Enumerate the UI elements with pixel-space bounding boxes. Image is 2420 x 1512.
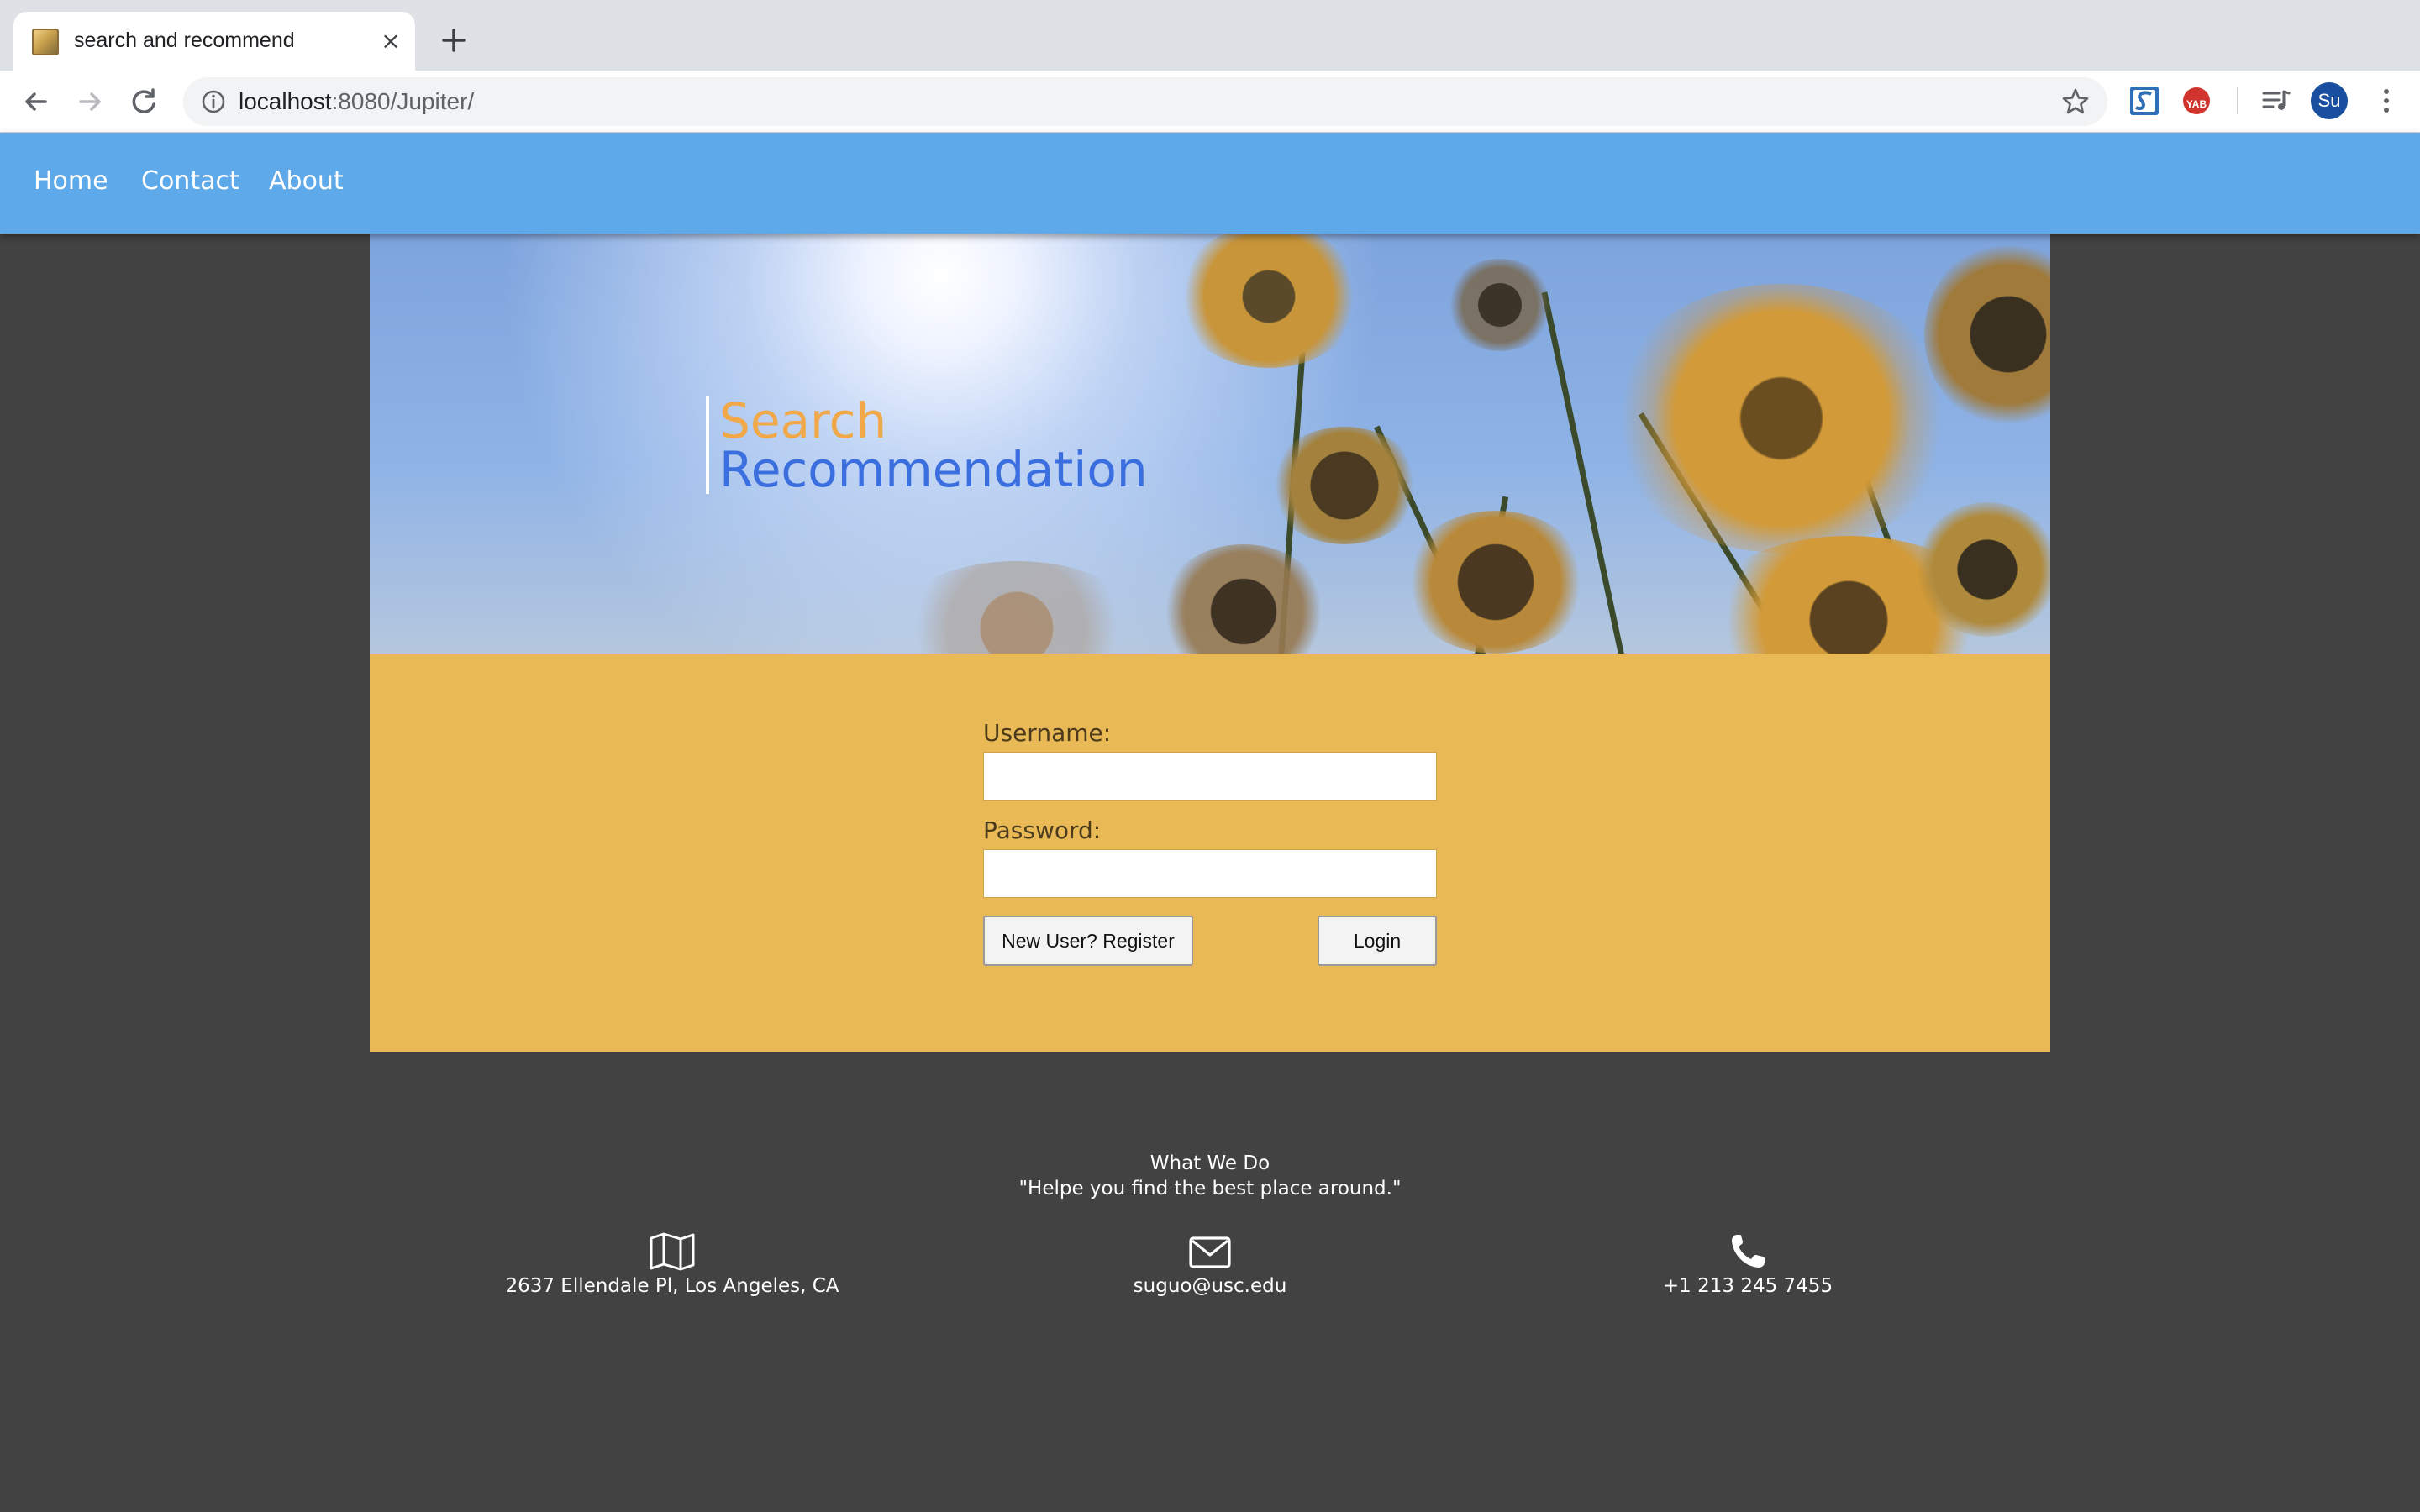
toolbar-separator bbox=[2237, 87, 2238, 114]
flower-head bbox=[1403, 511, 1588, 654]
register-button[interactable]: New User? Register bbox=[983, 916, 1193, 966]
phone-text: +1 213 245 7455 bbox=[1662, 1275, 1833, 1297]
nav-contact-link[interactable]: Contact bbox=[141, 166, 239, 196]
browser-tabstrip: search and recommend × bbox=[0, 0, 2420, 71]
back-arrow-icon[interactable] bbox=[18, 84, 54, 119]
more-options-icon[interactable] bbox=[2370, 84, 2403, 118]
password-input[interactable] bbox=[983, 849, 1437, 898]
flower-head bbox=[1916, 502, 2050, 637]
extension-yab-icon[interactable]: YAB bbox=[2183, 87, 2210, 114]
hero-banner: Search Recommendation bbox=[370, 234, 2050, 654]
map-icon bbox=[650, 1232, 695, 1271]
address-bar[interactable]: localhost:8080/Jupiter/ bbox=[183, 77, 2107, 126]
footer-tagline: "Helpe you find the best place around." bbox=[1018, 1178, 1402, 1200]
address-text: 2637 Ellendale Pl, Los Angeles, CA bbox=[505, 1275, 839, 1297]
flower-head bbox=[1445, 259, 1555, 351]
favicon-icon bbox=[32, 29, 59, 55]
footer-address: 2637 Ellendale Pl, Los Angeles, CA bbox=[420, 1231, 924, 1297]
top-navbar: Home Contact About bbox=[0, 133, 2420, 234]
hero-title-search: Search bbox=[719, 392, 887, 449]
browser-tab[interactable]: search and recommend × bbox=[13, 12, 415, 71]
phone-icon bbox=[1732, 1235, 1765, 1268]
login-button[interactable]: Login bbox=[1318, 916, 1437, 966]
nav-about-link[interactable]: About bbox=[269, 166, 344, 196]
browser-toolbar: localhost:8080/Jupiter/ bbox=[0, 71, 2420, 133]
profile-avatar[interactable]: Su bbox=[2311, 82, 2348, 119]
flower-head bbox=[891, 561, 1143, 654]
extension-s-icon[interactable] bbox=[2128, 84, 2161, 118]
new-tab-icon[interactable] bbox=[437, 24, 471, 57]
password-label: Password: bbox=[983, 816, 1102, 844]
url-text[interactable]: localhost:8080/Jupiter/ bbox=[239, 88, 474, 115]
info-icon[interactable] bbox=[200, 88, 227, 115]
tab-title: search and recommend bbox=[74, 29, 295, 52]
hero-title: Search Recommendation bbox=[706, 396, 1148, 494]
footer-email: suguo@usc.edu bbox=[958, 1231, 1462, 1297]
bookmark-star-icon[interactable] bbox=[2060, 87, 2091, 117]
hero-title-recommendation: Recommendation bbox=[719, 441, 1148, 498]
email-text[interactable]: suguo@usc.edu bbox=[958, 1275, 1462, 1297]
username-label: Username: bbox=[983, 719, 1112, 747]
footer-phone: +1 213 245 7455 bbox=[1496, 1231, 2000, 1297]
flower-head bbox=[1605, 284, 1958, 553]
forward-arrow-icon[interactable] bbox=[72, 84, 108, 119]
flower-head bbox=[1176, 234, 1361, 368]
footer-heading: What We Do bbox=[1150, 1152, 1270, 1174]
media-queue-icon[interactable] bbox=[2259, 84, 2292, 118]
login-form: Username: Password: New User? Register L… bbox=[370, 654, 2050, 1052]
nav-home-link[interactable]: Home bbox=[34, 166, 108, 196]
flower-head bbox=[1160, 544, 1328, 654]
envelope-icon bbox=[1189, 1236, 1231, 1268]
tab-close-icon[interactable]: × bbox=[376, 27, 405, 55]
reload-icon[interactable] bbox=[126, 84, 161, 119]
flower-head bbox=[1269, 427, 1420, 544]
username-input[interactable] bbox=[983, 752, 1437, 801]
